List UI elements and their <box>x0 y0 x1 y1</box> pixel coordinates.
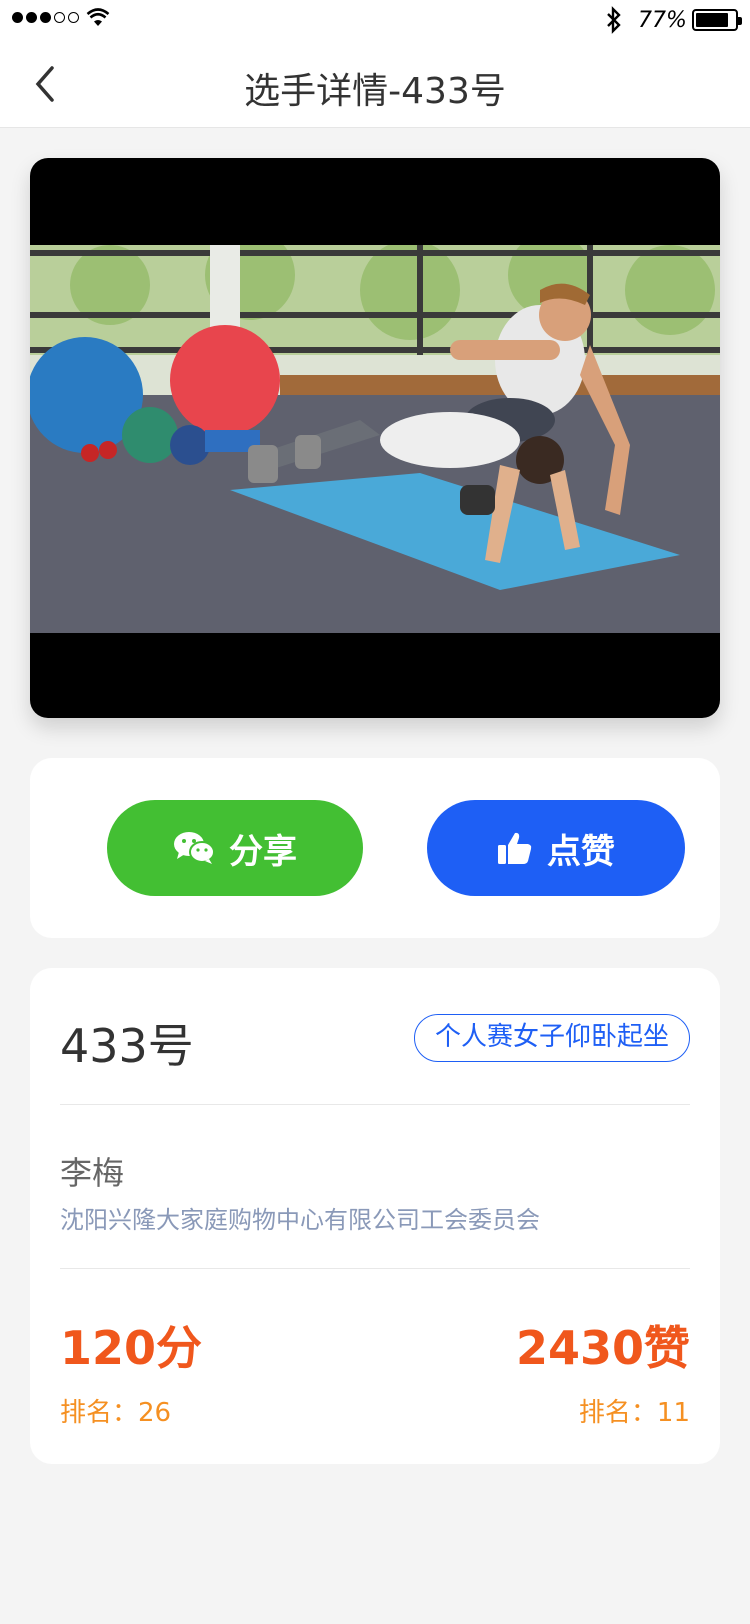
divider <box>60 1104 690 1105</box>
score-rank-label: 排名： <box>60 1398 139 1428</box>
likes-rank: 排名：11 <box>579 1392 690 1429</box>
share-label: 分享 <box>229 831 297 872</box>
action-card: 分享 点赞 <box>30 758 720 938</box>
battery-percent: 77% <box>638 8 687 33</box>
thumbs-up-icon <box>498 832 532 864</box>
page-title: 选手详情-433号 <box>244 71 506 112</box>
signal-strength-icon <box>12 12 79 23</box>
video-player[interactable] <box>30 158 720 718</box>
like-button[interactable]: 点赞 <box>427 800 685 896</box>
like-label: 点赞 <box>547 831 615 872</box>
likes-value: 2430赞 <box>515 1321 690 1375</box>
player-number: 433号 <box>60 1019 194 1073</box>
player-name: 李梅 <box>60 1154 125 1192</box>
likes-rank-label: 排名： <box>578 1398 657 1428</box>
wechat-icon <box>174 832 215 864</box>
score-value: 120分 <box>60 1321 203 1375</box>
player-organization: 沈阳兴隆大家庭购物中心有限公司工会委员会 <box>60 1206 540 1234</box>
nav-bar: 选手详情-433号 <box>0 40 750 128</box>
divider <box>60 1268 690 1269</box>
score-rank: 排名：26 <box>60 1392 171 1429</box>
category-badge: 个人赛女子仰卧起坐 <box>413 1014 690 1062</box>
video-thumbnail <box>30 245 720 633</box>
likes-rank-value: 11 <box>656 1398 690 1428</box>
share-button[interactable]: 分享 <box>107 800 363 896</box>
status-bar: 77% <box>0 0 750 40</box>
bluetooth-icon <box>607 6 621 34</box>
player-info-card: 433号 个人赛女子仰卧起坐 李梅 沈阳兴隆大家庭购物中心有限公司工会委员会 1… <box>30 968 720 1464</box>
battery-icon <box>692 9 742 31</box>
score-rank-value: 26 <box>138 1398 172 1428</box>
wifi-icon <box>86 8 110 26</box>
